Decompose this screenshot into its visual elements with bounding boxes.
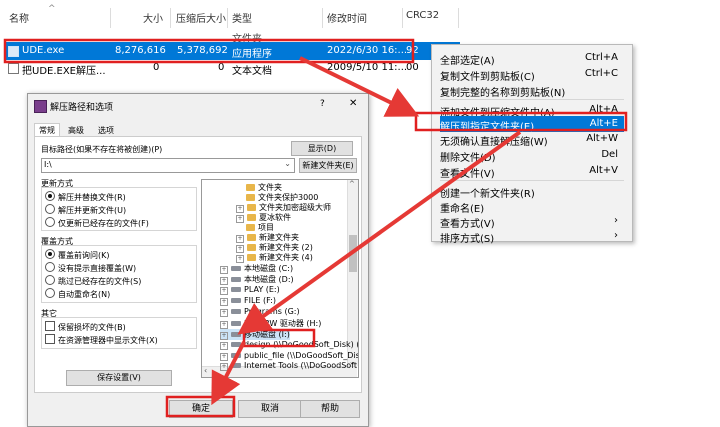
highlight-box-removable-disk	[242, 328, 316, 348]
highlight-box-extract-menu	[414, 111, 628, 132]
arrow-to-menu	[299, 56, 420, 117]
arrow-to-disk	[237, 130, 522, 335]
annotation-overlay	[3, 38, 628, 418]
highlight-box-selected-file	[3, 38, 415, 64]
highlight-box-ok-button	[165, 395, 236, 418]
arrow-to-ok	[211, 341, 246, 406]
